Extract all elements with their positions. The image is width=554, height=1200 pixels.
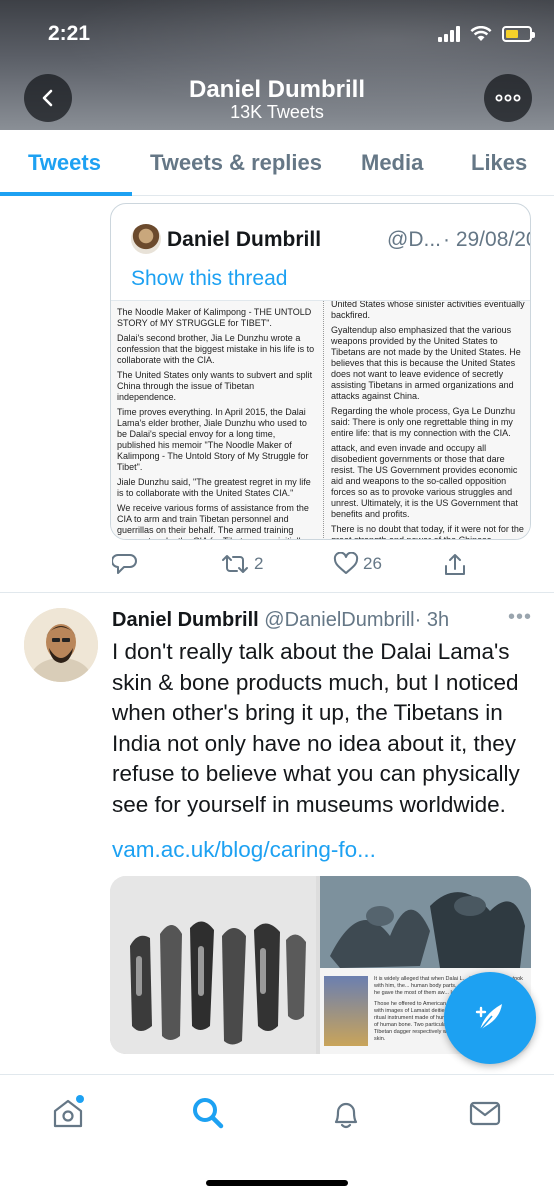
quoted-tweet-date: · 29/08/20 — [441, 228, 530, 252]
article-thumbnail — [324, 976, 368, 1046]
document-left-column: The Noodle Maker of Kalimpong - THE UNTO… — [117, 307, 315, 539]
artifacts-photo — [110, 876, 316, 1054]
tab-media[interactable]: Media — [361, 150, 423, 176]
tab-tweets[interactable]: Tweets — [28, 150, 101, 176]
show-thread-link[interactable]: Show this thread — [131, 267, 287, 291]
signal-icon — [438, 26, 460, 42]
share-button[interactable] — [442, 552, 468, 578]
document-image[interactable]: The Noodle Maker of Kalimpong - THE UNTO… — [111, 300, 530, 540]
quoted-author-name: Daniel Dumbrill — [167, 228, 322, 251]
avatar — [131, 224, 161, 254]
tweet-action-bar: 2 26 — [110, 552, 540, 582]
like-count: 26 — [363, 554, 382, 573]
doc-paragraph: United States whose sinister activities … — [331, 300, 525, 320]
profile-name: Daniel Dumbrill — [188, 76, 366, 103]
figures-photo — [320, 876, 531, 968]
nav-search[interactable] — [190, 1095, 226, 1131]
media-image-artifacts[interactable] — [110, 876, 316, 1054]
compose-tweet-button[interactable] — [444, 972, 536, 1064]
nav-messages[interactable] — [467, 1095, 503, 1131]
like-button[interactable]: 26 — [333, 552, 382, 576]
status-icons — [438, 22, 535, 46]
tab-tweets-replies[interactable]: Tweets & replies — [150, 150, 322, 176]
retweet-count: 2 — [254, 554, 264, 573]
home-icon — [53, 1095, 84, 1128]
profile-header: 2:21 Daniel Dumbrill 13K Tweets — [0, 0, 554, 130]
tweet-header: Daniel Dumbrill @DanielDumbrill· 3h — [112, 609, 449, 632]
battery-icon — [502, 26, 535, 42]
retweet-button[interactable]: 2 — [220, 552, 263, 576]
reply-button[interactable] — [112, 552, 138, 576]
doc-paragraph: Dalai's second brother, Jia Le Dunzhu wr… — [117, 333, 315, 365]
reply-icon — [112, 554, 137, 574]
bell-icon — [334, 1102, 358, 1129]
nav-home[interactable] — [50, 1095, 86, 1131]
doc-paragraph: The United States only wants to subvert … — [117, 370, 313, 402]
doc-divider — [323, 301, 324, 539]
tweet-count: 13K Tweets — [230, 102, 324, 122]
tab-likes[interactable]: Likes — [471, 150, 527, 176]
tweet-more-button[interactable]: ••• — [508, 606, 532, 629]
tweet-link[interactable]: vam.ac.uk/blog/caring-fo... — [112, 837, 376, 863]
tweet-text: I don't really talk about the Dalai Lama… — [112, 639, 520, 817]
tweet-time: · 3h — [414, 609, 450, 631]
nav-notifications[interactable] — [328, 1095, 364, 1131]
divider — [0, 592, 554, 593]
more-icon — [495, 94, 521, 102]
mail-icon — [469, 1101, 501, 1126]
status-time: 2:21 — [48, 22, 91, 45]
doc-paragraph: There is no doubt that today, if it were… — [331, 524, 524, 540]
profile-tabs: Tweets Tweets & replies Media Likes — [0, 130, 554, 196]
active-tab-indicator — [0, 192, 132, 196]
document-right-column: United States whose sinister activities … — [331, 300, 527, 540]
doc-paragraph: Time proves everything. In April 2015, t… — [117, 407, 309, 472]
more-options-button[interactable] — [484, 74, 532, 122]
doc-paragraph: The Noodle Maker of Kalimpong - THE UNTO… — [117, 307, 312, 328]
wifi-icon — [470, 26, 492, 41]
author-name: Daniel Dumbrill — [112, 609, 259, 631]
doc-paragraph: attack, and even invade and occupy all d… — [331, 443, 518, 519]
retweet-icon — [222, 555, 248, 573]
share-icon — [445, 554, 465, 575]
compose-feather-icon — [475, 1004, 502, 1031]
heart-icon — [333, 552, 359, 574]
doc-paragraph: Gyaltendup also emphasized that the vari… — [331, 325, 521, 401]
avatar-image — [24, 608, 98, 682]
avatar[interactable] — [24, 608, 98, 682]
quoted-tweet-card[interactable]: Daniel Dumbrill @D... · 29/08/20 Show th… — [110, 203, 531, 540]
home-indicator — [206, 1180, 348, 1186]
author-handle: @DanielDumbrill — [264, 609, 415, 631]
search-icon — [193, 1098, 224, 1129]
doc-paragraph: Jiale Dunzhu said, "The greatest regret … — [117, 477, 311, 498]
quoted-author-handle: @D... — [387, 228, 441, 251]
doc-paragraph: We receive various forms of assistance f… — [117, 503, 309, 539]
media-image-figures[interactable] — [320, 876, 531, 968]
doc-paragraph: Regarding the whole process, Gya Le Dunz… — [331, 406, 516, 438]
